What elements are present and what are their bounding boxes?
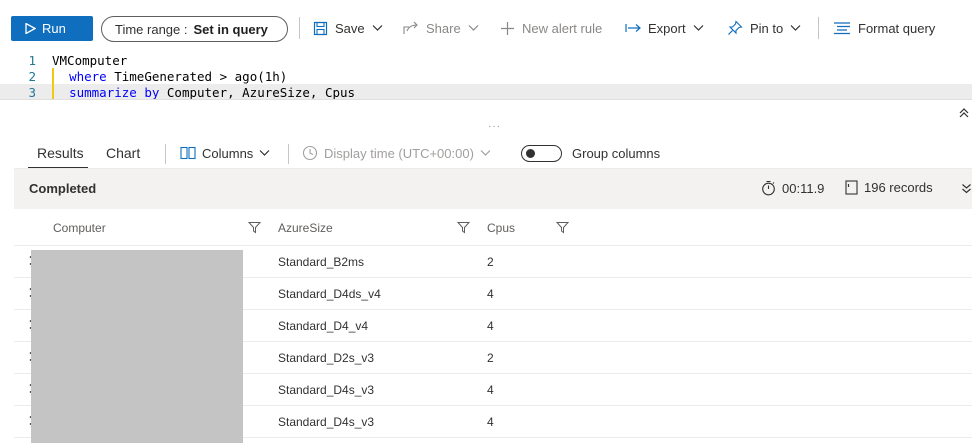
save-icon [313,21,328,35]
records-text: 196 records [864,180,933,195]
share-button[interactable]: Share [403,17,479,39]
editor-divider [0,99,972,100]
cell-azuresize: Standard_D4s_v3 [278,415,375,429]
status-text: Completed [29,181,97,196]
chevron-down-icon [480,150,491,156]
chevron-down-icon [693,25,704,31]
cell-cpus: 4 [487,415,494,429]
query-editor[interactable]: 1 VMComputer 2 | where TimeGenerated > a… [0,52,972,100]
columns-label: Columns [202,145,254,161]
play-icon [25,23,36,34]
tabbar-divider [288,144,289,164]
cell-azuresize: Standard_D4ds_v4 [278,287,381,301]
record-count: 196 records [845,180,933,195]
code-pipe: | [54,69,69,84]
records-icon [845,180,858,195]
run-label: Run [42,21,66,36]
code-keyword: where [69,68,107,84]
code-text[interactable]: VMComputer [52,53,127,68]
columns-button[interactable]: Columns [180,143,270,163]
export-icon [625,24,641,32]
cell-cpus: 2 [487,351,494,365]
group-columns-toggle[interactable]: Group columns [521,143,660,163]
save-label: Save [335,20,365,36]
column-header-azuresize[interactable]: AzureSize [278,221,333,235]
share-label: Share [426,20,461,36]
tab-chart-label: Chart [106,145,141,161]
export-label: Export [648,20,686,36]
clock-icon [302,145,318,161]
code-text[interactable]: | summarize by Computer, AzureSize, Cpus [54,85,355,100]
tab-results[interactable]: Results [37,137,84,169]
grid-header: Computer AzureSize Cpus [14,209,972,246]
time-range-button[interactable]: Time range : Set in query [101,16,288,42]
toolbar-divider [818,17,819,39]
filter-icon[interactable] [556,221,569,234]
cell-cpus: 4 [487,319,494,333]
group-columns-label: Group columns [572,145,661,161]
code-pipe: | [54,85,69,100]
pin-icon [728,20,743,35]
expand-down-icon[interactable] [961,183,972,194]
query-duration: 00:11.9 [761,180,824,196]
pane-splitter[interactable]: ··· [488,121,501,132]
code-expression: TimeGenerated > ago(1h) [106,68,288,84]
duration-text: 00:11.9 [782,180,825,196]
stopwatch-icon [762,180,775,196]
toggle-switch[interactable] [521,144,562,162]
cell-azuresize: Standard_D2s_v3 [278,351,375,365]
display-time-dropdown[interactable]: Display time (UTC+00:00) [302,143,491,163]
time-range-value: Set in query [193,21,268,37]
code-line[interactable]: 1 VMComputer [0,52,972,68]
chevron-down-icon [259,150,270,156]
code-text[interactable]: | where TimeGenerated > ago(1h) [54,69,287,84]
format-label: Format query [858,20,936,36]
cell-azuresize: Standard_B2ms [278,255,365,269]
export-button[interactable]: Export [625,17,704,39]
line-number: 3 [28,84,36,100]
tabbar-divider [165,144,166,164]
query-toolbar: Run Time range : Set in query Save Share… [0,0,972,52]
display-time-label: Display time (UTC+00:00) [324,145,474,161]
run-button[interactable]: Run [11,16,93,41]
redacted-computer-names [31,250,243,443]
chevron-down-icon [790,25,801,31]
save-button[interactable]: Save [313,17,383,39]
cell-cpus: 4 [487,383,494,397]
new-alert-label: New alert rule [522,20,603,36]
pin-to-button[interactable]: Pin to [727,17,801,39]
time-range-label: Time range : [115,21,188,37]
pin-label: Pin to [750,20,784,36]
results-tabbar: Results Chart Columns Display time (UTC+… [0,137,972,169]
toolbar-divider [299,17,300,39]
new-alert-rule-button[interactable]: New alert rule [500,17,602,39]
cell-cpus: 2 [487,255,494,269]
filter-icon[interactable] [457,221,470,234]
code-expression: Computer, AzureSize, Cpus [159,84,356,100]
format-query-button[interactable]: Format query [833,17,935,39]
tab-chart[interactable]: Chart [106,137,140,169]
column-header-computer[interactable]: Computer [53,221,106,235]
format-icon [834,22,850,35]
share-icon [403,21,418,34]
filter-icon[interactable] [248,221,261,234]
collapse-up-icon[interactable] [958,107,970,119]
code-line-current[interactable]: 3 | summarize by Computer, AzureSize, Cp… [0,84,972,100]
chevron-down-icon [468,25,479,31]
line-number: 1 [28,52,36,68]
cell-cpus: 4 [487,287,494,301]
line-number: 2 [28,68,36,84]
tab-results-label: Results [37,145,84,161]
cell-azuresize: Standard_D4s_v3 [278,383,375,397]
plus-icon [501,21,514,35]
columns-icon [180,146,196,160]
cell-azuresize: Standard_D4_v4 [278,319,369,333]
query-status-bar: Completed 00:11.9 196 records [14,169,972,209]
code-keyword: summarize by [69,84,160,100]
column-header-cpus[interactable]: Cpus [487,221,515,235]
code-table-name: VMComputer [52,52,128,68]
code-line[interactable]: 2 | where TimeGenerated > ago(1h) [0,68,972,84]
chevron-down-icon [372,25,383,31]
